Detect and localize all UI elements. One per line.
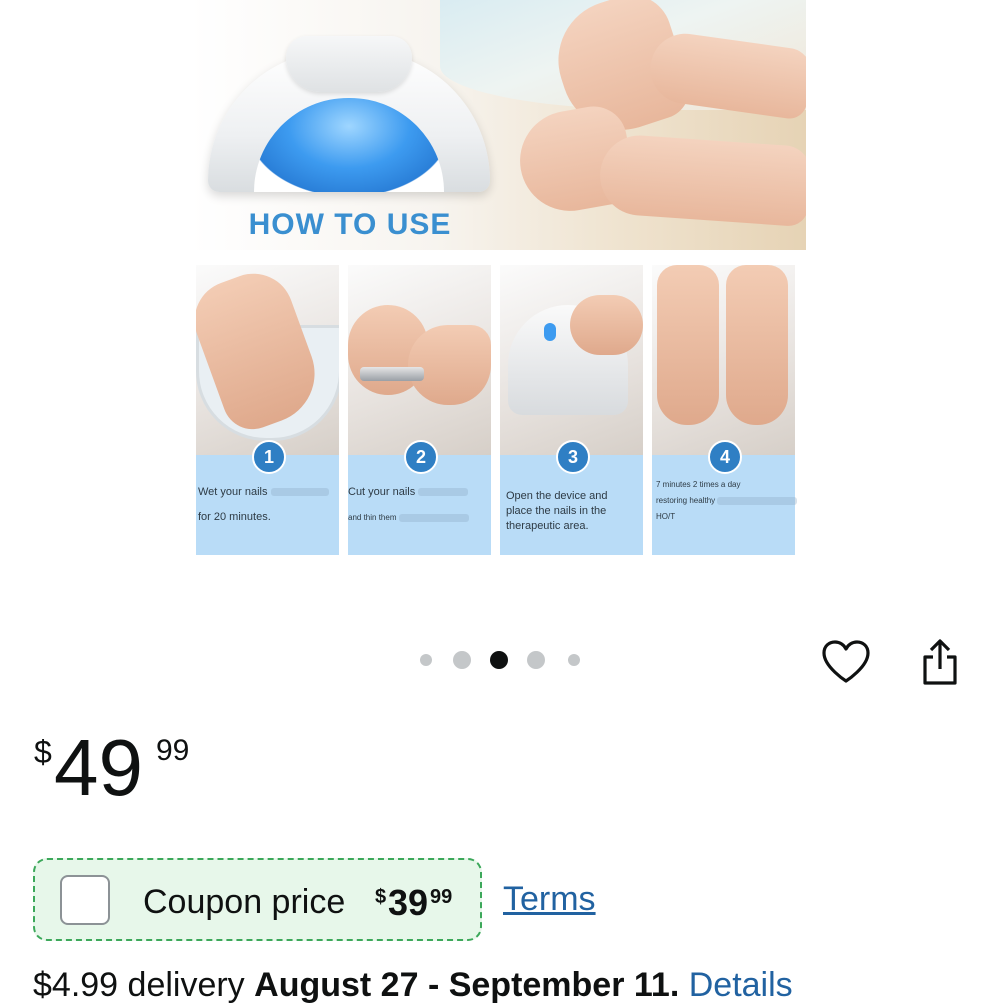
step-photo-device (500, 265, 643, 455)
step-number: 2 (404, 440, 438, 474)
price-whole: 49 (54, 723, 143, 812)
feet-photo (512, 0, 806, 240)
step-number: 1 (252, 440, 286, 474)
step-line: for 20 minutes. (198, 511, 271, 523)
how-to-use-heading: HOW TO USE (248, 208, 452, 241)
step-line: Wet your nails (198, 486, 268, 498)
terms-link[interactable]: Terms (503, 880, 596, 919)
device-control-panel (286, 36, 412, 92)
step-line: 7 minutes 2 times a day (656, 480, 741, 489)
step-panel-1: 1 Wet your nails for 20 minutes. (196, 265, 339, 555)
coupon-price-fraction: 99 (430, 886, 453, 908)
step-photo-soak (196, 265, 339, 455)
image-carousel-dots (418, 648, 586, 672)
share-button[interactable] (912, 634, 968, 690)
product-image[interactable]: HOW TO USE 1 Wet your nails for 20 minut… (190, 0, 806, 560)
step-text: 7 minutes 2 times a day restoring health… (652, 477, 799, 525)
step-line: therapeutic area. (506, 520, 589, 532)
coupon-price-currency: $ (375, 886, 387, 908)
step-panels: 1 Wet your nails for 20 minutes. 2 Cut y… (196, 265, 798, 555)
foot (657, 265, 719, 425)
step-panel-2: 2 Cut your nails and thin them (348, 265, 491, 555)
nail-clipper (360, 367, 424, 381)
step-photo-feet (652, 265, 795, 455)
step-line: place the nails in the (506, 505, 607, 517)
step-line: and thin them (348, 513, 397, 522)
device-blue-light (544, 323, 556, 341)
delivery-dates: August 27 - September 11. (254, 966, 680, 1004)
foot (726, 265, 788, 425)
carousel-dot[interactable] (568, 654, 580, 666)
coupon-checkbox[interactable] (60, 875, 110, 925)
coupon-box: Coupon price $ 39 99 (33, 858, 482, 941)
nail-therapy-device (208, 36, 490, 192)
carousel-dot[interactable] (420, 654, 432, 666)
step-panel-4: 4 7 minutes 2 times a day restoring heal… (652, 265, 798, 555)
coupon-price-whole: 39 (388, 882, 429, 923)
step-number: 3 (556, 440, 590, 474)
step-text: Cut your nails and thin them (348, 485, 491, 525)
step-line: Open the device and (506, 490, 608, 502)
step-line: restoring healthy (656, 496, 716, 505)
step-line: HO/T (656, 512, 676, 521)
carousel-dot[interactable] (527, 651, 545, 669)
carousel-dot[interactable] (453, 651, 471, 669)
delivery-fee: $4.99 delivery (33, 966, 245, 1004)
delivery-info: $4.99 delivery August 27 - September 11.… (33, 966, 793, 1005)
details-link[interactable]: Details (689, 966, 793, 1004)
step-photo-cut (348, 265, 491, 455)
hero-photo: HOW TO USE (190, 0, 806, 250)
step-line: Cut your nails (348, 486, 416, 498)
foot (597, 132, 806, 228)
price-fraction: 99 (156, 734, 190, 767)
wishlist-button[interactable] (818, 634, 874, 690)
step-number: 4 (708, 440, 742, 474)
foot (570, 295, 643, 355)
price-currency: $ (34, 734, 52, 770)
step-panel-3: 3 Open the device and place the nails in… (500, 265, 643, 555)
step-text: Open the device and place the nails in t… (500, 489, 649, 534)
share-icon (923, 639, 957, 685)
step-text: Wet your nails for 20 minutes. (196, 485, 341, 525)
carousel-dot-active[interactable] (490, 651, 508, 669)
heart-icon (822, 640, 870, 683)
foot (408, 325, 491, 405)
coupon-label: Coupon price (143, 883, 346, 921)
